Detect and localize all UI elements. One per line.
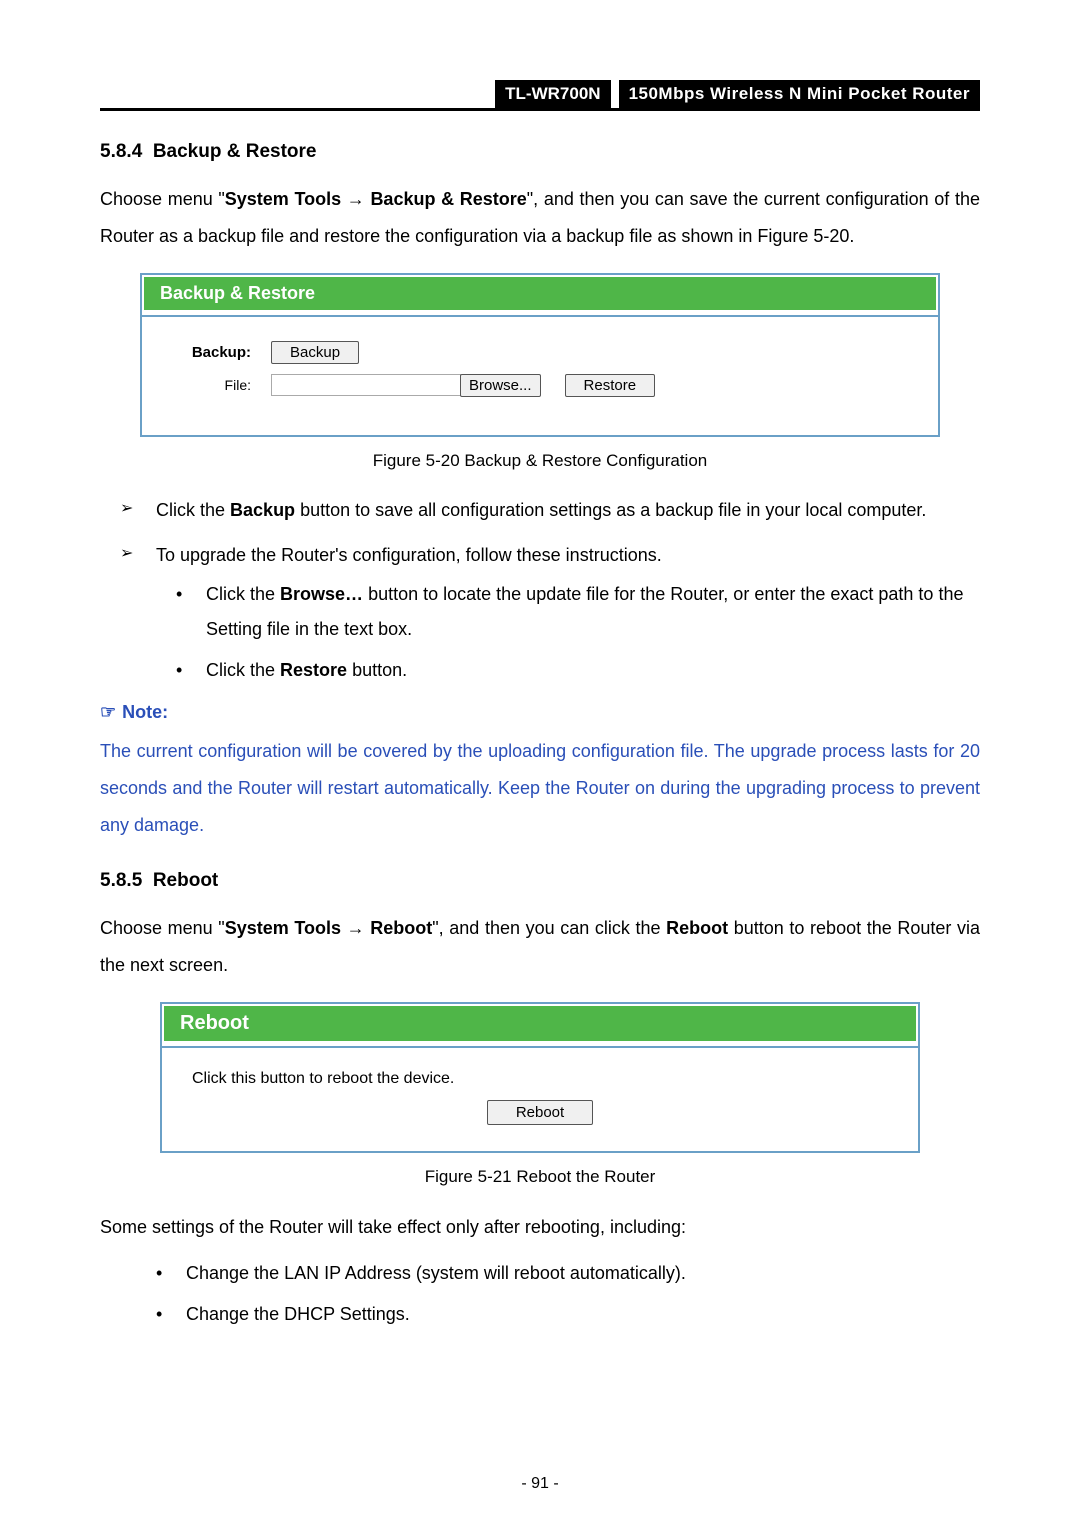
heading-num: 5.8.5 [100,870,142,891]
doc-header: TL-WR700N 150Mbps Wireless N Mini Pocket… [100,80,980,111]
file-label: File: [156,377,271,393]
list-item: Change the LAN IP Address (system will r… [156,1256,980,1291]
text: Click the [206,584,280,604]
arrow-icon: → [341,189,370,209]
text: Choose menu " [100,189,225,209]
figure-caption-520: Figure 5-20 Backup & Restore Configurati… [100,451,980,471]
instructions-list: Click the Backup button to save all conf… [100,493,980,688]
note-text: The current configuration will be covere… [100,733,980,844]
reboot-button[interactable]: Reboot [487,1100,593,1125]
intro-584: Choose menu "System Tools → Backup & Res… [100,181,980,255]
text-bold: System Tools [225,189,341,209]
figure-caption-521: Figure 5-21 Reboot the Router [100,1167,980,1187]
text: To upgrade the Router's configuration, f… [156,545,662,565]
text-bold: Reboot [666,918,728,938]
list-item: Click the Browse… button to locate the u… [176,577,980,647]
note-label: Note: [122,702,168,722]
text-bold: Restore [280,660,347,680]
list-item: Click the Restore button. [176,653,980,688]
heading-backup-restore: 5.8.4 Backup & Restore [100,141,980,163]
backup-button[interactable]: Backup [271,341,359,364]
reboot-text: Click this button to reboot the device. [192,1070,888,1088]
header-desc: 150Mbps Wireless N Mini Pocket Router [619,80,980,108]
note-heading: ☞ Note: [100,702,980,723]
page-number: - 91 - [0,1475,1080,1493]
list-item: To upgrade the Router's configuration, f… [120,538,980,688]
heading-title: Reboot [153,870,218,891]
restore-button[interactable]: Restore [565,374,656,397]
text-bold: Browse… [280,584,363,604]
text: button to save all configuration setting… [295,500,926,520]
intro-585: Choose menu "System Tools → Reboot", and… [100,910,980,984]
pointing-hand-icon: ☞ [100,702,116,722]
text: Click the [206,660,280,680]
heading-title: Backup & Restore [153,141,317,162]
reboot-panel: Reboot Click this button to reboot the d… [160,1002,920,1153]
file-input[interactable] [271,374,461,396]
text-bold: Backup [230,500,295,520]
panel-title: Backup & Restore [143,276,937,311]
text: Click the [156,500,230,520]
backup-restore-panel: Backup & Restore Backup: Backup File: Br… [140,273,940,437]
list-item: Change the DHCP Settings. [156,1297,980,1332]
text: Choose menu " [100,918,225,938]
backup-label: Backup: [156,344,271,361]
text-bold: Reboot [370,918,432,938]
text-bold: System Tools [225,918,341,938]
arrow-icon: → [341,918,370,938]
panel-title: Reboot [163,1005,917,1042]
after-reboot-text: Some settings of the Router will take ef… [100,1209,980,1246]
heading-num: 5.8.4 [100,141,142,162]
text-bold: Backup & Restore [370,189,526,209]
text: button. [347,660,407,680]
heading-reboot: 5.8.5 Reboot [100,870,980,892]
header-model: TL-WR700N [495,80,610,108]
reboot-settings-list: Change the LAN IP Address (system will r… [100,1256,980,1332]
list-item: Click the Backup button to save all conf… [120,493,980,528]
text: ", and then you can click the [432,918,666,938]
browse-button[interactable]: Browse... [460,374,541,397]
